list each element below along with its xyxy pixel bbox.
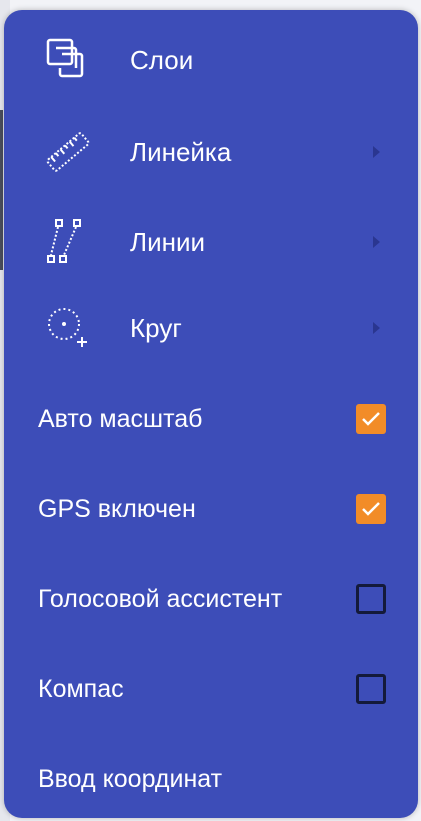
chevron-right-icon	[373, 236, 380, 248]
checkmark-icon	[362, 502, 380, 516]
menu-item-layers[interactable]: Слои	[4, 20, 418, 100]
menu-item-label: Линии	[130, 226, 205, 257]
checkmark-icon	[362, 412, 380, 426]
option-label: Компас	[38, 674, 124, 703]
option-label: Авто масштаб	[38, 404, 203, 433]
checkbox-checked[interactable]	[356, 494, 386, 524]
layers-icon	[42, 34, 94, 86]
menu-item-lines[interactable]: Линии	[4, 202, 418, 282]
menu-item-label: Ввод координат	[38, 764, 223, 793]
option-voice-assistant[interactable]: Голосовой ассистент	[4, 559, 418, 639]
option-compass[interactable]: Компас	[4, 649, 418, 729]
ruler-icon	[42, 126, 94, 178]
checkbox-checked[interactable]	[356, 404, 386, 434]
option-auto-scale[interactable]: Авто масштаб	[4, 379, 418, 459]
option-label: GPS включен	[38, 494, 196, 523]
circle-dotted-icon	[42, 302, 94, 354]
menu-item-label: Слои	[130, 44, 194, 75]
popup-menu: Слои Линейка Линии Круг Авто масштаб GPS…	[4, 10, 418, 818]
menu-item-label: Линейка	[130, 136, 232, 167]
chevron-right-icon	[373, 146, 380, 158]
screen: Слои Линейка Линии Круг Авто масштаб GPS…	[0, 0, 421, 821]
chevron-right-icon	[373, 322, 380, 334]
checkbox-unchecked[interactable]	[356, 584, 386, 614]
checkbox-unchecked[interactable]	[356, 674, 386, 704]
menu-item-label: Круг	[130, 312, 182, 343]
background-edge-detail	[0, 110, 3, 270]
menu-item-circle[interactable]: Круг	[4, 288, 418, 368]
polyline-icon	[42, 216, 94, 268]
option-gps[interactable]: GPS включен	[4, 469, 418, 549]
menu-item-enter-coordinates[interactable]: Ввод координат	[4, 739, 418, 819]
option-label: Голосовой ассистент	[38, 584, 283, 613]
menu-item-ruler[interactable]: Линейка	[4, 112, 418, 192]
